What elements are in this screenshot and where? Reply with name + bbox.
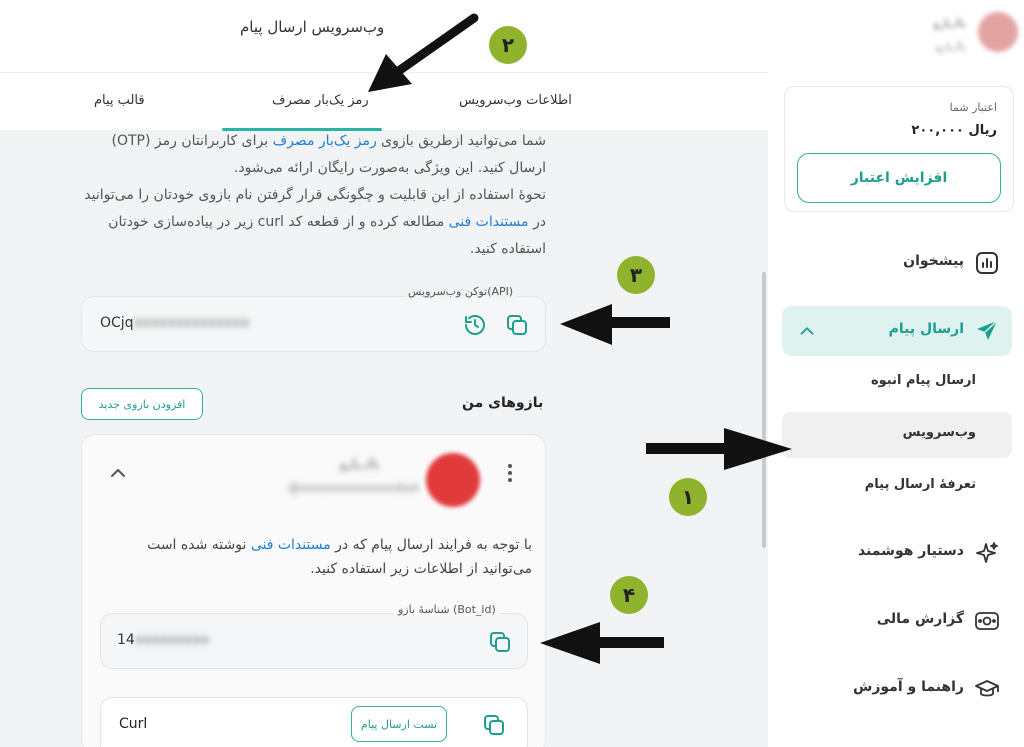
arrow-2 xyxy=(368,13,479,92)
arrow-1 xyxy=(646,428,792,470)
annotation-arrows xyxy=(368,13,792,664)
arrow-3 xyxy=(560,304,670,345)
annotation-badge-1: ۱ xyxy=(669,478,707,516)
annotation-badge-2: ۲ xyxy=(489,26,527,64)
arrow-4 xyxy=(540,622,664,664)
annotation-badge-3: ۳ xyxy=(617,256,655,294)
annotation-badge-4: ۴ xyxy=(610,576,648,614)
